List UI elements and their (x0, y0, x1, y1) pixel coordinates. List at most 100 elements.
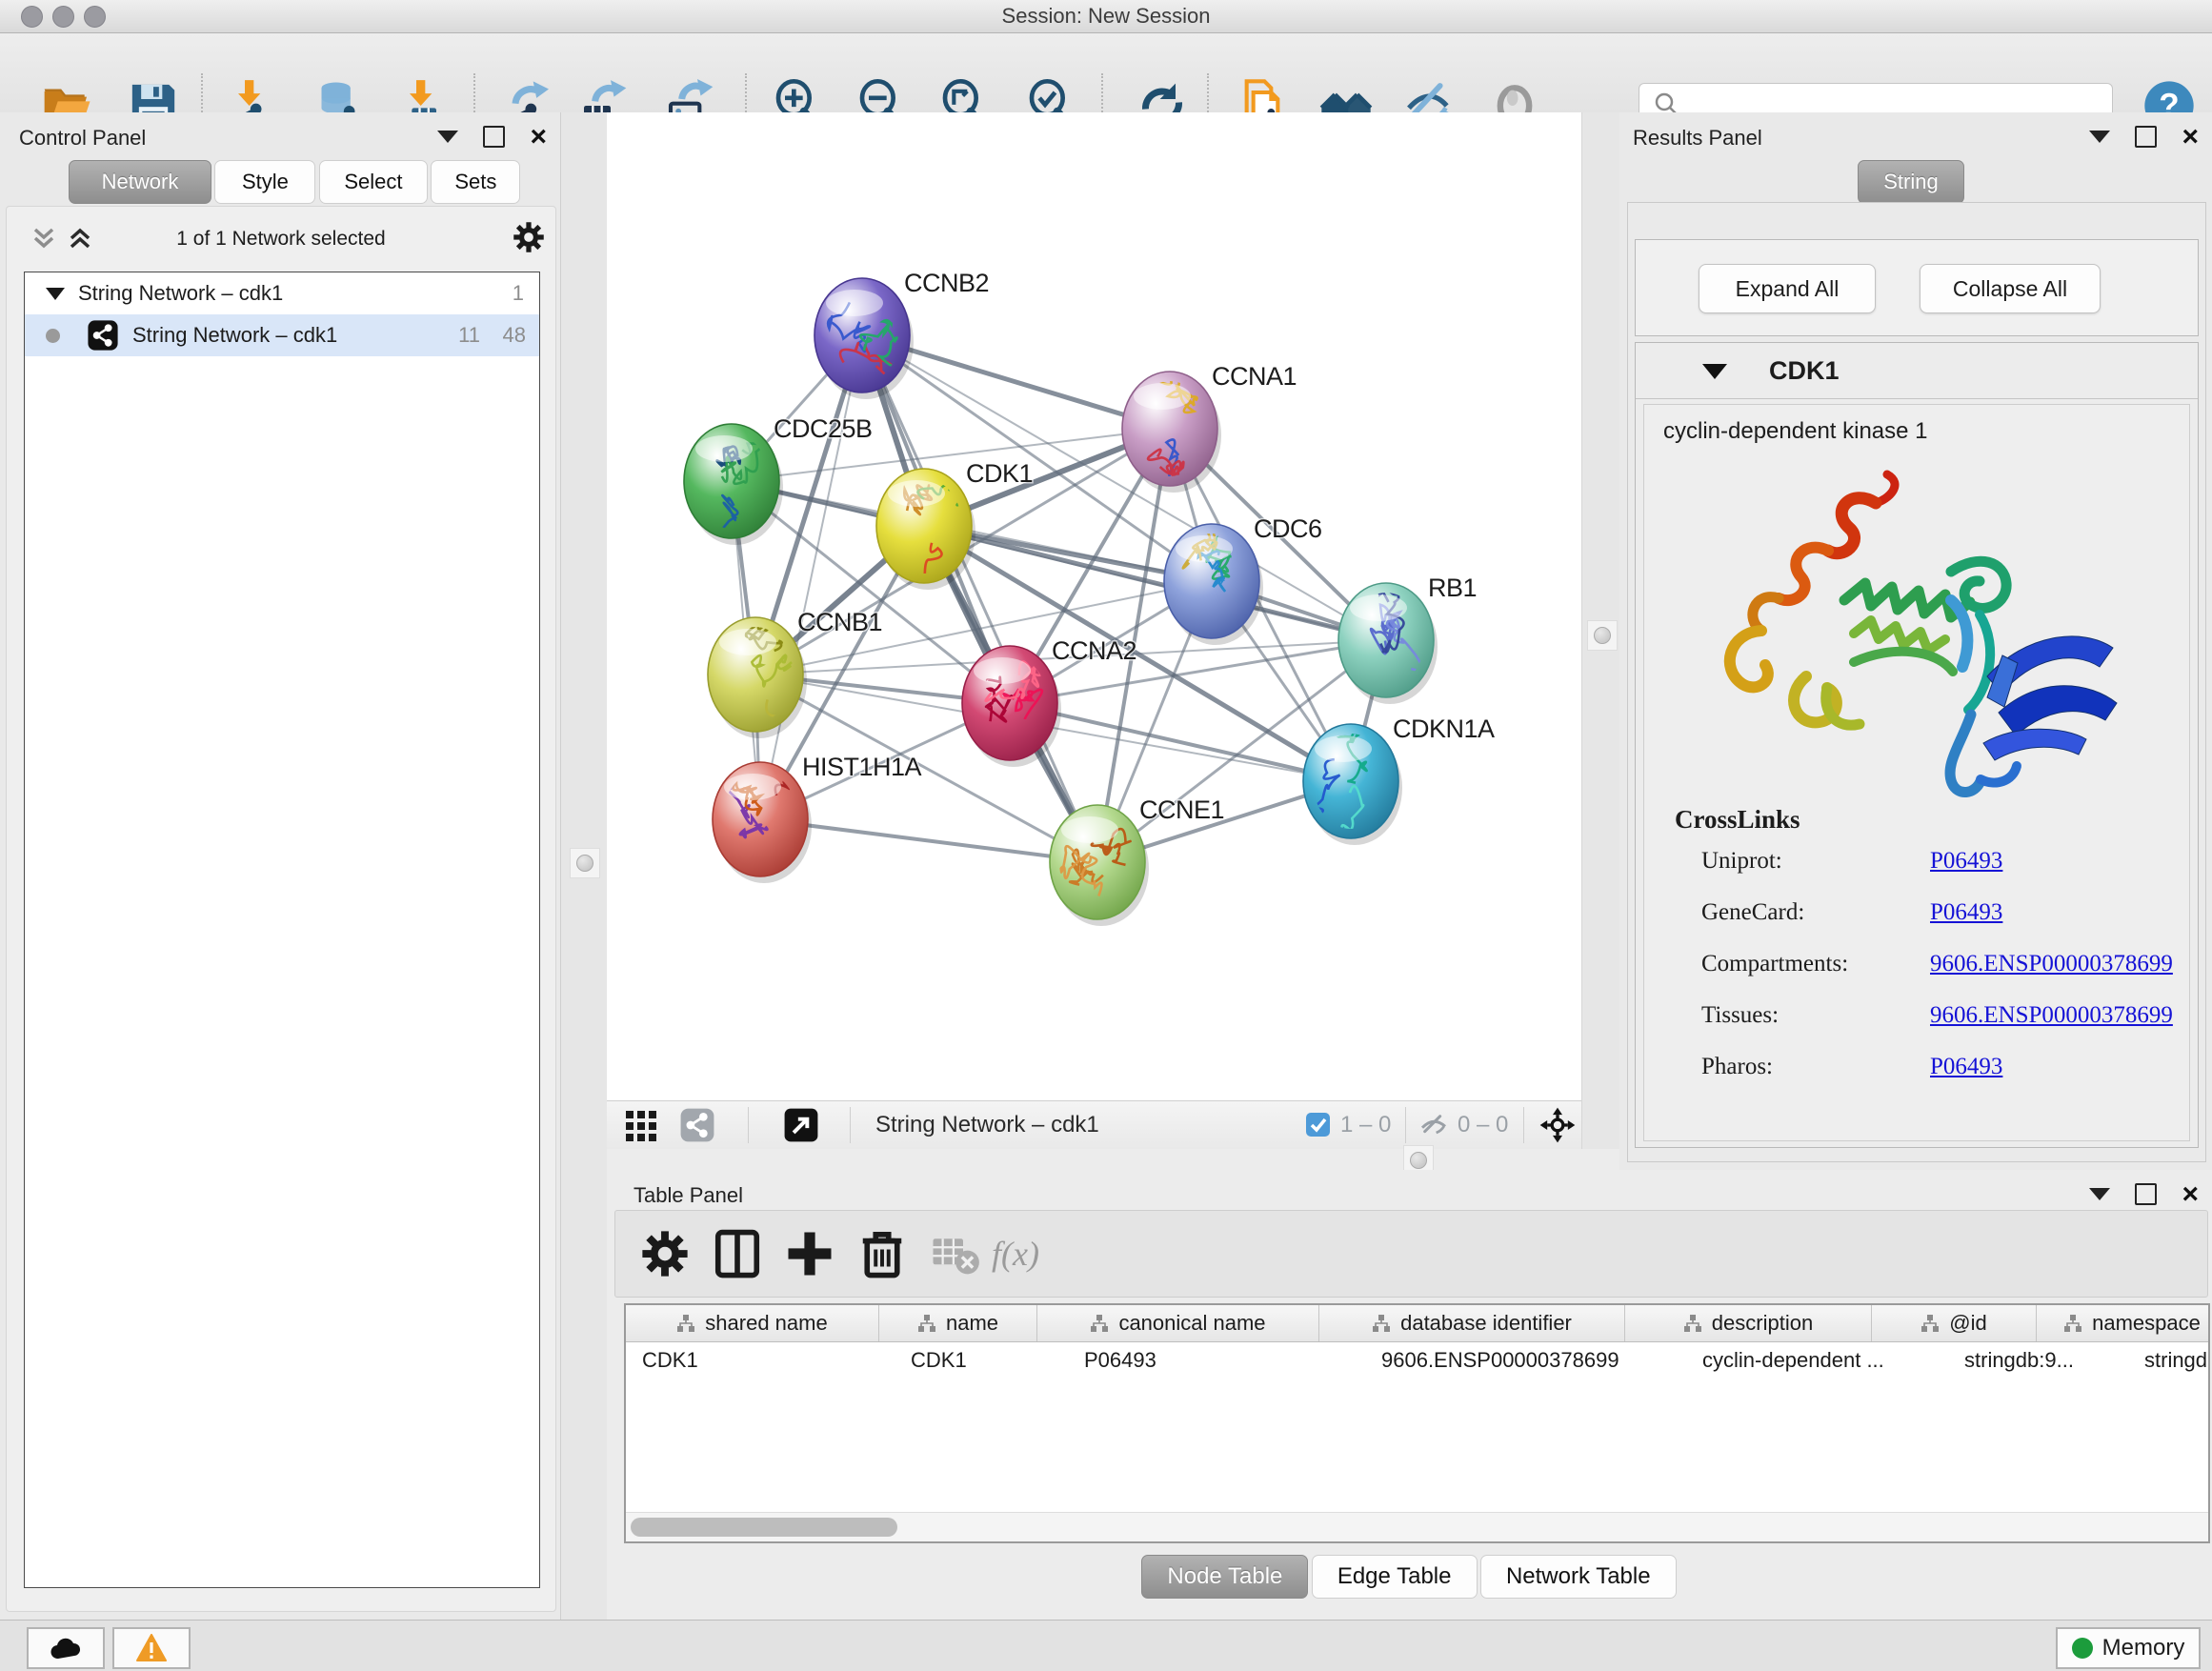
node-CDC6[interactable]: CDC6 (1164, 514, 1322, 645)
expand-all-button[interactable]: Expand All (1699, 264, 1876, 313)
node-CCNB2[interactable]: CCNB2 (814, 269, 989, 399)
column-header-description[interactable]: description (1625, 1305, 1872, 1341)
results-panel-float-icon[interactable] (2135, 126, 2157, 148)
network-badge-gray-icon[interactable] (679, 1107, 715, 1148)
warning-button[interactable] (112, 1627, 191, 1669)
function-builder-icon[interactable]: f(x) (992, 1234, 1077, 1285)
cell-databaseidentifier[interactable]: 9606.ENSP00000378699 (1365, 1342, 1686, 1379)
column-header-databaseidentifier[interactable]: database identifier (1319, 1305, 1625, 1341)
cell-name[interactable]: CDK1 (895, 1342, 1068, 1379)
tab-string[interactable]: String (1858, 160, 1964, 204)
tree-expand-icon[interactable] (46, 288, 65, 300)
column-tree-icon (1090, 1314, 1109, 1333)
tab-select[interactable]: Select (319, 160, 428, 204)
expand-collapse-box: Expand All Collapse All (1635, 239, 2199, 336)
tab-style[interactable]: Style (214, 160, 315, 204)
hidden-eye-icon[interactable] (1418, 1110, 1449, 1145)
table-panel-close-icon[interactable]: × (2182, 1185, 2199, 1204)
string-results-box: Expand All Collapse All CDK1 cyclin-depe… (1627, 202, 2206, 1162)
memory-button[interactable]: Memory (2056, 1627, 2201, 1669)
tab-sets[interactable]: Sets (431, 160, 520, 204)
warning-icon (136, 1634, 167, 1662)
network-graph[interactable]: CCNB2CCNA1CDC25BCDK1CDC6RB1CCNB1CCNA2CDK… (607, 112, 1581, 1100)
node-RB1[interactable]: RB1 (1338, 574, 1477, 704)
results-panel-menu-icon[interactable] (2089, 131, 2110, 143)
node-label-CCNB1: CCNB1 (797, 608, 882, 636)
tab-edge-table[interactable]: Edge Table (1312, 1555, 1478, 1599)
cell-sharedname[interactable]: CDK1 (626, 1342, 895, 1379)
network-options-gear-icon[interactable] (512, 220, 546, 254)
delete-column-icon[interactable] (856, 1228, 908, 1279)
results-panel-title: Results Panel (1633, 126, 1762, 151)
column-header-namespace[interactable]: namespace (2037, 1305, 2210, 1341)
node-CCNB1[interactable]: CCNB1 (708, 608, 882, 738)
network-view-toolbar: String Network – cdk1 1 – 0 0 – 0 (607, 1100, 1581, 1150)
tab-node-table[interactable]: Node Table (1141, 1555, 1308, 1599)
node-CCNA1[interactable]: CCNA1 (1122, 362, 1297, 506)
table-settings-gear-icon[interactable] (639, 1228, 691, 1279)
node-CCNE1[interactable]: CCNE1 (1050, 795, 1224, 926)
crosslink-row: Uniprot:P06493 (1701, 848, 1782, 875)
crosslink-link[interactable]: P06493 (1930, 1054, 2002, 1080)
node-CDKN1A[interactable]: CDKN1A (1290, 715, 1495, 845)
node-HIST1H1A[interactable]: HIST1H1A (713, 720, 922, 883)
table-horizontal-scrollbar[interactable] (626, 1512, 2208, 1541)
grid-view-icon[interactable] (624, 1109, 658, 1148)
gene-collapse-icon[interactable] (1702, 364, 1727, 379)
collapse-all-button[interactable]: Collapse All (1920, 264, 2101, 313)
crosslink-link[interactable]: P06493 (1930, 848, 2002, 875)
crosslink-link[interactable]: 9606.ENSP00000378699 (1930, 951, 2173, 977)
crosslink-row: Pharos:P06493 (1701, 1054, 1773, 1080)
delete-table-icon[interactable] (929, 1228, 980, 1279)
crosslink-link[interactable]: 9606.ENSP00000378699 (1930, 1002, 2173, 1029)
control-panel-float-icon[interactable] (483, 126, 505, 148)
gene-description: cyclin-dependent kinase 1 (1663, 418, 1928, 445)
results-panel-close-icon[interactable]: × (2182, 128, 2199, 147)
cell-description[interactable]: cyclin-dependent ... (1686, 1342, 1948, 1379)
tab-network[interactable]: Network (69, 160, 211, 204)
edge-CCNB2-HIST1H1A[interactable] (760, 335, 862, 819)
gene-section: CDK1 cyclin-dependent kinase 1 (1635, 342, 2199, 1148)
column-header-sharedname[interactable]: shared name (626, 1305, 879, 1341)
table-header-row: shared namenamecanonical namedatabase id… (626, 1305, 2208, 1342)
column-header-id[interactable]: @id (1872, 1305, 2037, 1341)
right-splitter[interactable] (1581, 112, 1621, 1170)
crosslink-label: Compartments: (1701, 951, 1848, 976)
protein-structure-image (1701, 457, 2130, 834)
network-canvas[interactable]: CCNB2CCNA1CDC25BCDK1CDC6RB1CCNB1CCNA2CDK… (607, 112, 1581, 1100)
control-panel-menu-icon[interactable] (437, 131, 458, 143)
footer-divider (748, 1107, 749, 1143)
selected-checkbox-icon[interactable] (1305, 1112, 1331, 1142)
scrollbar-thumb[interactable] (631, 1518, 897, 1537)
tab-network-table[interactable]: Network Table (1480, 1555, 1677, 1599)
network-collection-row[interactable]: String Network – cdk1 1 (25, 272, 539, 314)
add-column-icon[interactable] (784, 1228, 835, 1279)
node-table[interactable]: shared namenamecanonical namedatabase id… (624, 1303, 2210, 1543)
column-header-name[interactable]: name (879, 1305, 1037, 1341)
table-panel-float-icon[interactable] (2135, 1183, 2157, 1205)
right-splitter-grip[interactable] (1587, 620, 1618, 651)
cell-canonicalname[interactable]: P06493 (1068, 1342, 1365, 1379)
edge-CCNB2-CCNE1[interactable] (862, 335, 1097, 862)
footer-divider (1523, 1107, 1524, 1143)
left-splitter-grip[interactable] (570, 848, 600, 878)
control-panel-close-icon[interactable]: × (530, 128, 547, 147)
node-label-CCNB2: CCNB2 (904, 269, 989, 297)
main-toolbar: ? (0, 33, 2212, 113)
network-row-selected[interactable]: String Network – cdk1 11 48 (25, 314, 539, 356)
birds-eye-toggle-icon[interactable] (1538, 1106, 1577, 1149)
open-in-window-icon[interactable] (783, 1107, 819, 1148)
table-data-row[interactable]: CDK1CDK1P064939606.ENSP00000378699cyclin… (626, 1342, 2208, 1379)
network-status-dot (46, 329, 60, 343)
show-columns-icon[interactable] (712, 1228, 763, 1279)
left-splitter[interactable] (560, 112, 609, 1620)
node-CDC25B[interactable]: CDC25B (684, 414, 873, 545)
node-count: 11 (458, 323, 480, 348)
node-CCNA2[interactable]: CCNA2 (962, 636, 1136, 767)
crosslink-link[interactable]: P06493 (1930, 899, 2002, 926)
cell-id[interactable]: stringdb:9... (1948, 1342, 2128, 1379)
column-header-canonicalname[interactable]: canonical name (1037, 1305, 1319, 1341)
table-panel-menu-icon[interactable] (2089, 1188, 2110, 1200)
cell-namespace[interactable]: stringdb (2128, 1342, 2210, 1379)
cloud-button[interactable] (27, 1627, 105, 1669)
